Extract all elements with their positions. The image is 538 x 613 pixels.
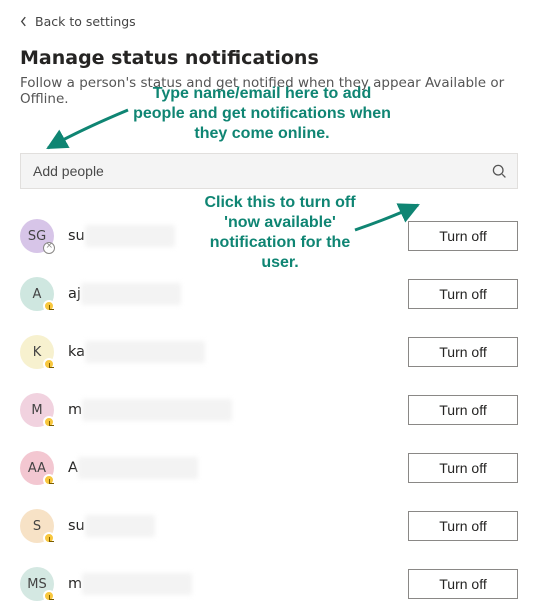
add-people-search[interactable] xyxy=(20,153,518,189)
turn-off-button[interactable]: Turn off xyxy=(408,511,518,541)
person-row: AAATurn off xyxy=(20,439,518,497)
away-presence-icon xyxy=(43,300,55,312)
turn-off-button[interactable]: Turn off xyxy=(408,453,518,483)
search-icon xyxy=(491,163,507,179)
back-to-settings-link[interactable]: Back to settings xyxy=(20,14,136,29)
back-label: Back to settings xyxy=(35,14,136,29)
away-presence-icon xyxy=(43,416,55,428)
person-name: m xyxy=(68,573,408,595)
avatar: AA xyxy=(20,451,54,485)
people-list: SG su Turn off Aaj Turn off Kka Turn off Mm Turn… xyxy=(20,207,518,613)
chevron-left-icon xyxy=(20,16,27,27)
away-presence-icon xyxy=(43,474,55,486)
turn-off-button[interactable]: Turn off xyxy=(408,569,518,599)
person-row: Aaj Turn off xyxy=(20,265,518,323)
person-name: m xyxy=(68,399,408,421)
turn-off-button[interactable]: Turn off xyxy=(408,337,518,367)
redacted-name xyxy=(78,457,198,479)
page-subtitle: Follow a person's status and get notifie… xyxy=(20,75,518,107)
redacted-name xyxy=(85,225,175,247)
person-name: aj xyxy=(68,283,408,305)
offline-presence-icon xyxy=(43,242,55,254)
avatar: SG xyxy=(20,219,54,253)
person-name-fragment: m xyxy=(68,576,82,592)
avatar: M xyxy=(20,393,54,427)
avatar: S xyxy=(20,509,54,543)
redacted-name xyxy=(82,573,192,595)
avatar: K xyxy=(20,335,54,369)
person-name: ka xyxy=(68,341,408,363)
away-presence-icon xyxy=(43,532,55,544)
person-name-fragment: su xyxy=(68,518,85,534)
person-name-fragment: su xyxy=(68,228,85,244)
person-name: su xyxy=(68,225,408,247)
turn-off-button[interactable]: Turn off xyxy=(408,395,518,425)
person-name-fragment: m xyxy=(68,402,82,418)
person-name-fragment: ka xyxy=(68,344,85,360)
person-name-fragment: aj xyxy=(68,286,81,302)
away-presence-icon xyxy=(43,590,55,602)
person-name-fragment: A xyxy=(68,460,78,476)
person-row: MS m Turn off xyxy=(20,555,518,613)
person-name: A xyxy=(68,457,408,479)
redacted-name xyxy=(81,283,181,305)
person-row: Ssu Turn off xyxy=(20,497,518,555)
redacted-name xyxy=(85,341,205,363)
turn-off-button[interactable]: Turn off xyxy=(408,279,518,309)
person-row: SG su Turn off xyxy=(20,207,518,265)
away-presence-icon xyxy=(43,358,55,370)
avatar: MS xyxy=(20,567,54,601)
add-people-input[interactable] xyxy=(31,162,491,180)
person-name: su xyxy=(68,515,408,537)
turn-off-button[interactable]: Turn off xyxy=(408,221,518,251)
person-row: Kka Turn off xyxy=(20,323,518,381)
person-row: Mm Turn off xyxy=(20,381,518,439)
redacted-name xyxy=(82,399,232,421)
redacted-name xyxy=(85,515,155,537)
avatar: A xyxy=(20,277,54,311)
page-title: Manage status notifications xyxy=(20,47,518,69)
